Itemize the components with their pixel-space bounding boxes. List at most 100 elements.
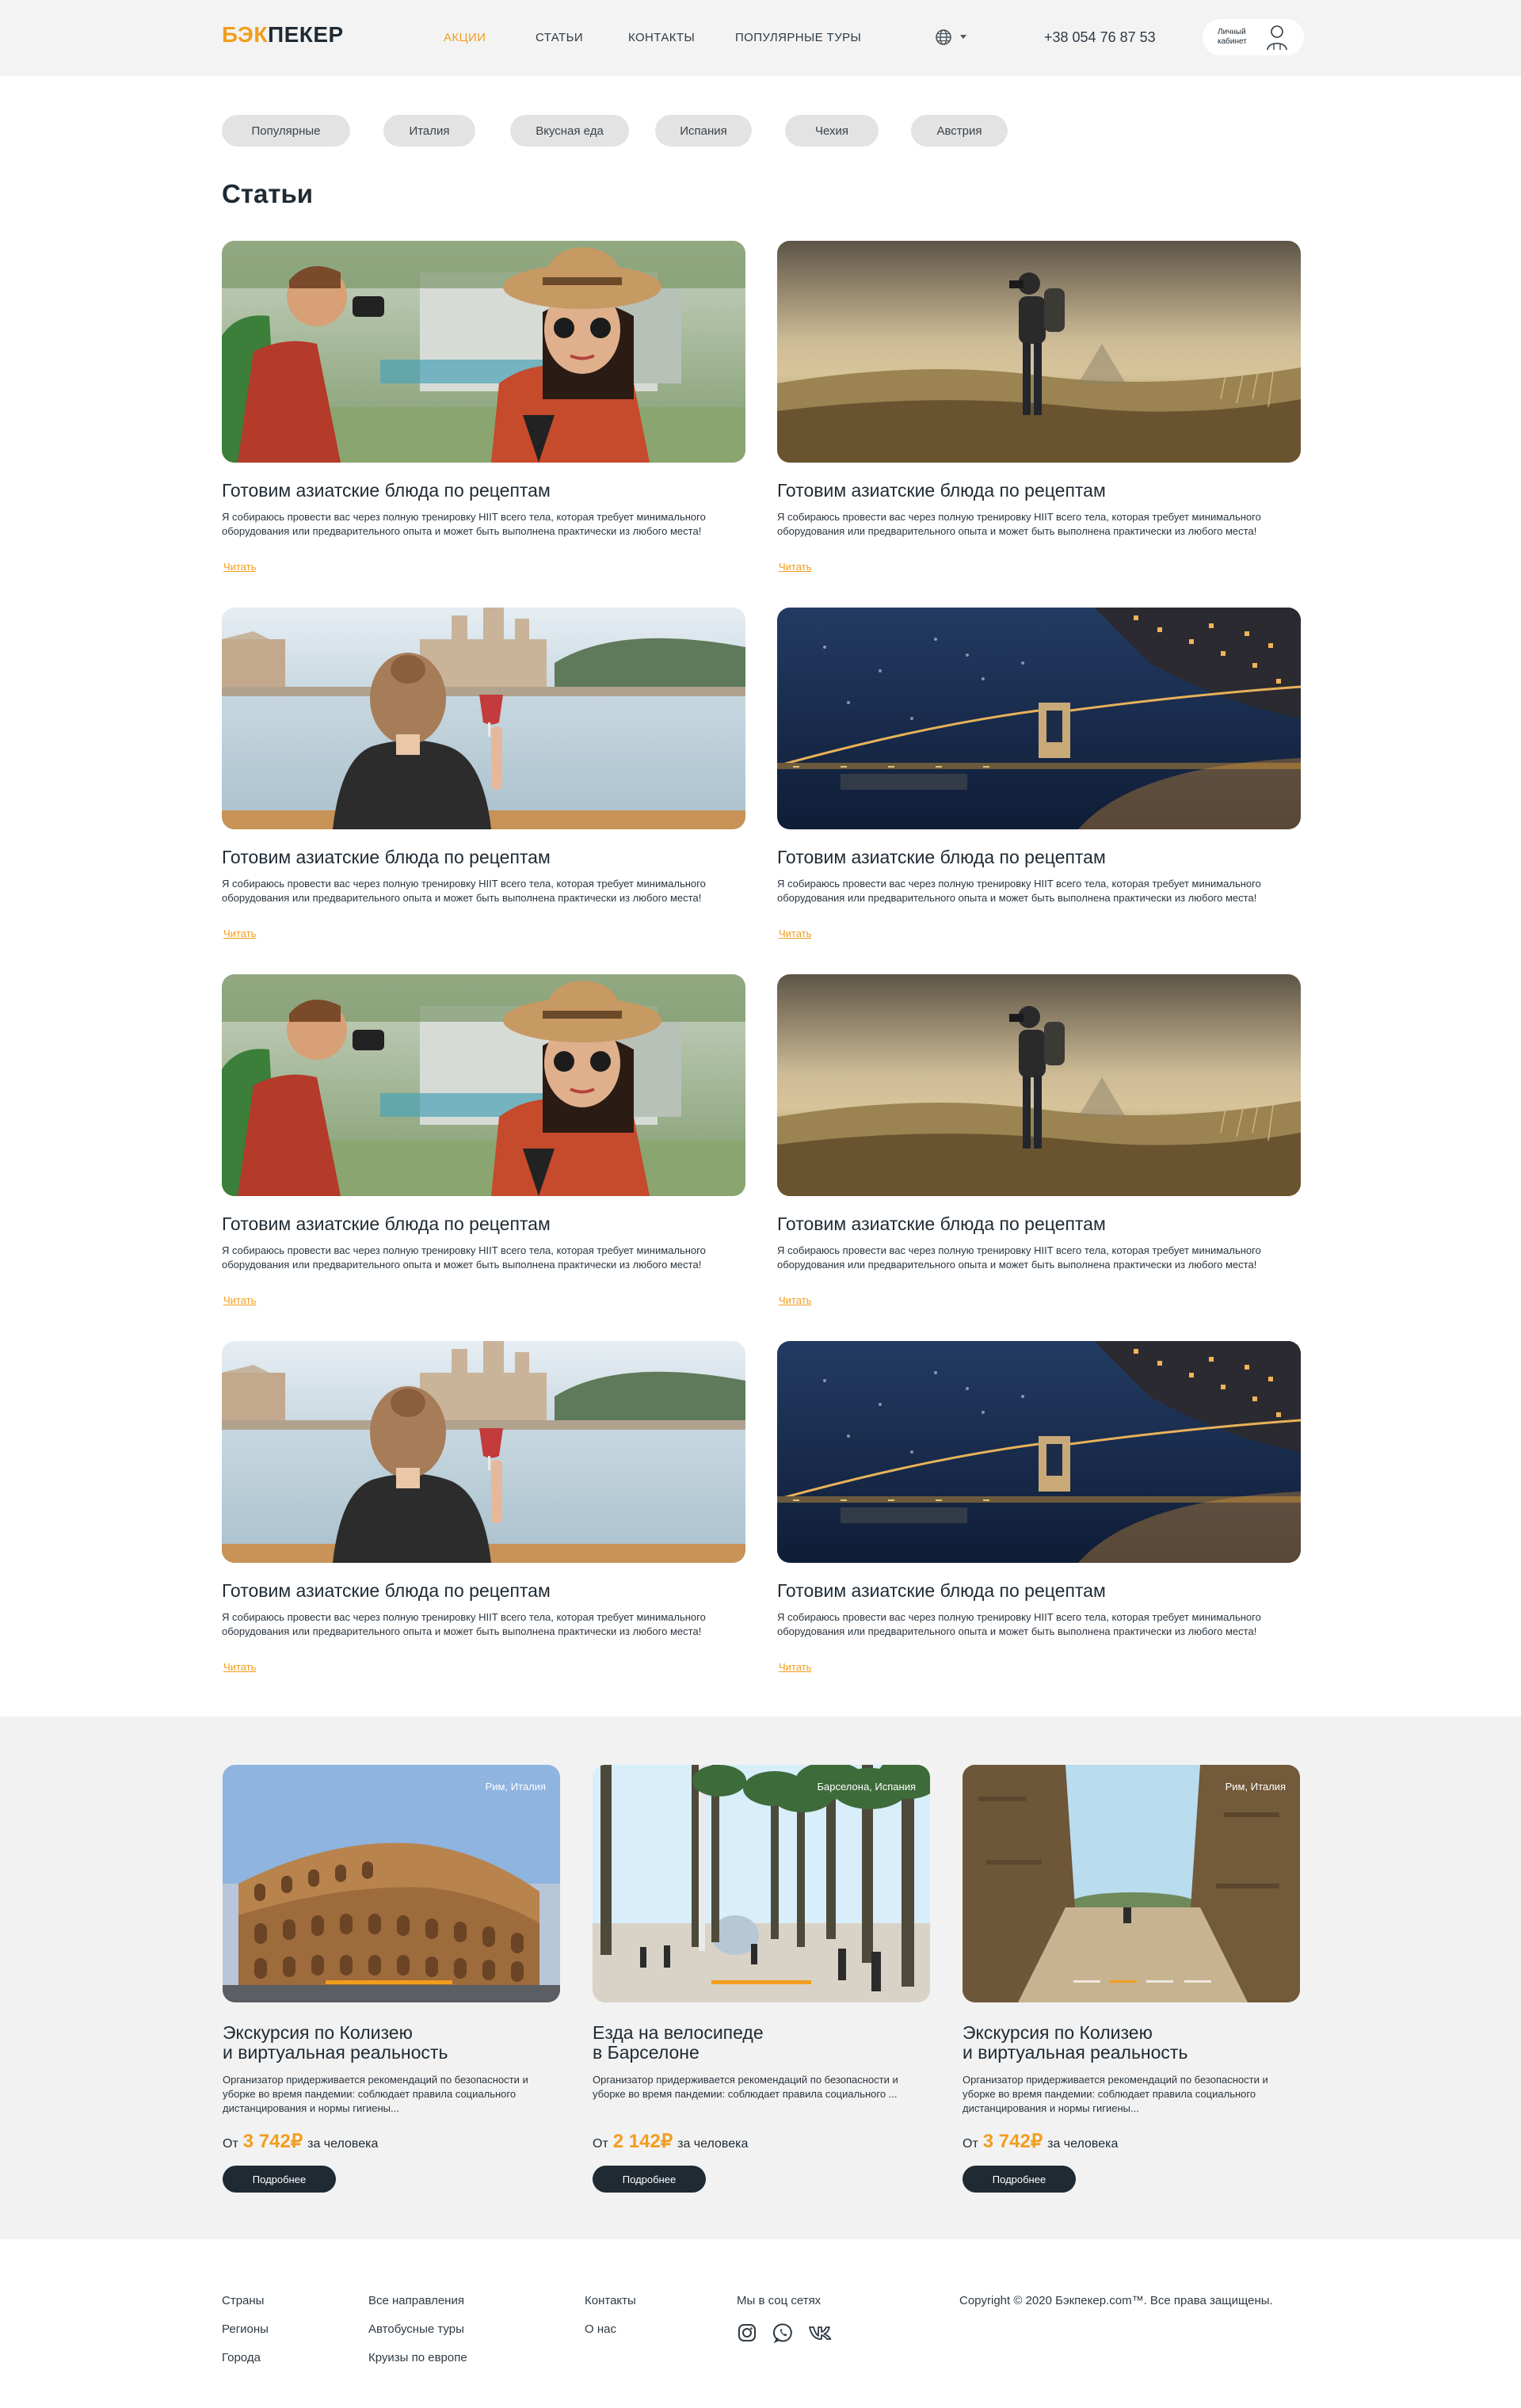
footer-link-cities[interactable]: Города [222, 2351, 261, 2364]
article-image[interactable] [222, 974, 745, 1196]
tour-details-button[interactable]: Подробнее [223, 2166, 336, 2193]
price-prefix: От [963, 2137, 978, 2151]
footer-link-cruises[interactable]: Круизы по европе [368, 2351, 467, 2364]
tour-details-button[interactable]: Подробнее [963, 2166, 1076, 2193]
article-image[interactable] [777, 1341, 1301, 1563]
phone-number[interactable]: +38 054 76 87 53 [1044, 29, 1156, 46]
article-card: Готовим азиатские блюда по рецептам Я соб… [222, 608, 745, 956]
site-header: БЭКПЕКЕР АКЦИИ СТАТЬИ КОНТАКТЫ ПОПУЛЯРНЫ… [0, 0, 1521, 76]
filter-chip-popular[interactable]: Популярные [222, 115, 350, 147]
footer-link-bus-tours[interactable]: Автобусные туры [368, 2322, 464, 2336]
article-description: Я собираюсь провести вас через полную тр… [777, 1244, 1261, 1271]
tour-image-ruins[interactable]: Рим, Италия [963, 1765, 1300, 2002]
footer-link-all-destinations[interactable]: Все направления [368, 2294, 464, 2307]
article-title[interactable]: Готовим азиатские блюда по рецептам [222, 1214, 551, 1235]
tour-image-colosseum[interactable]: Рим, Италия [223, 1765, 560, 2002]
tour-location: Рим, Италия [485, 1781, 546, 1793]
article-title[interactable]: Готовим азиатские блюда по рецептам [777, 847, 1106, 868]
tour-price: 3 742₽ [242, 2131, 303, 2152]
article-description: Я собираюсь провести вас через полную тр… [222, 1611, 706, 1637]
article-read-link[interactable]: Читать [779, 1661, 811, 1673]
article-read-link[interactable]: Читать [223, 1294, 256, 1306]
tour-location: Барселона, Испания [817, 1781, 916, 1793]
footer-social-title: Мы в соц сетях [737, 2294, 821, 2307]
article-description: Я собираюсь провести вас через полную тр… [222, 878, 706, 904]
nav-contacts[interactable]: КОНТАКТЫ [628, 31, 695, 44]
tour-price-row: От 2 142₽ за человека [593, 2130, 748, 2153]
tour-card: Рим, Италия Экскурсия по Колизею и виртуа… [223, 1765, 560, 2208]
filter-chip-czech[interactable]: Чехия [785, 115, 879, 147]
tour-location: Рим, Италия [1225, 1781, 1286, 1793]
tour-price: 3 742₽ [982, 2131, 1043, 2152]
article-description: Я собираюсь провести вас через полную тр… [777, 1611, 1261, 1637]
nav-popular-tours[interactable]: ПОПУЛЯРНЫЕ ТУРЫ [735, 31, 861, 44]
tour-price-row: От 3 742₽ за человека [963, 2130, 1118, 2153]
price-prefix: От [223, 2137, 238, 2151]
article-title[interactable]: Готовим азиатские блюда по рецептам [222, 847, 551, 868]
article-card: Готовим азиатские блюда по рецептам Я соб… [777, 608, 1301, 956]
personal-cabinet-button[interactable]: Личный кабинет [1203, 19, 1304, 55]
tour-title[interactable]: Экскурсия по Колизею и виртуальная реальн… [963, 2023, 1300, 2063]
tour-title[interactable]: Экскурсия по Колизею и виртуальная реальн… [223, 2023, 560, 2063]
article-read-link[interactable]: Читать [223, 928, 256, 939]
article-read-link[interactable]: Читать [223, 561, 256, 573]
article-read-link[interactable]: Читать [779, 561, 811, 573]
nav-articles[interactable]: СТАТЬИ [536, 31, 583, 44]
logo[interactable]: БЭКПЕКЕР [222, 22, 344, 48]
tour-card: Барселона, Испания Езда на велосипеде в Б… [593, 1765, 930, 2208]
article-title[interactable]: Готовим азиатские блюда по рецептам [777, 1214, 1106, 1235]
tour-description: Организатор придерживается рекомендаций … [963, 2074, 1268, 2114]
article-image[interactable] [777, 241, 1301, 463]
footer-link-contacts[interactable]: Контакты [585, 2294, 636, 2307]
tour-price-row: От 3 742₽ за человека [223, 2130, 378, 2153]
price-suffix: за человека [1047, 2137, 1119, 2151]
article-description: Я собираюсь провести вас через полную тр… [777, 878, 1261, 904]
tour-title-line-2: и виртуальная реальность [223, 2042, 448, 2063]
article-card: Готовим азиатские блюда по рецептам Я соб… [777, 1341, 1301, 1690]
tour-description: Организатор придерживается рекомендаций … [223, 2074, 528, 2114]
footer-link-about[interactable]: О нас [585, 2322, 616, 2336]
tour-title[interactable]: Езда на велосипеде в Барселоне [593, 2023, 930, 2063]
article-image[interactable] [222, 241, 745, 463]
article-title[interactable]: Готовим азиатские блюда по рецептам [222, 480, 551, 501]
filter-chip-spain[interactable]: Испания [655, 115, 752, 147]
filter-chip-austria[interactable]: Австрия [911, 115, 1008, 147]
logo-part-2: ПЕКЕР [267, 22, 344, 47]
instagram-icon[interactable] [737, 2322, 757, 2343]
cabinet-label: Личный кабинет [1218, 28, 1247, 46]
article-card: Готовим азиатские блюда по рецептам Я соб… [222, 1341, 745, 1690]
logo-part-1: БЭК [222, 22, 268, 47]
filter-chip-tasty-food[interactable]: Вкусная еда [510, 115, 629, 147]
footer-link-regions[interactable]: Регионы [222, 2322, 269, 2336]
tour-description: Организатор придерживается рекомендаций … [593, 2074, 898, 2100]
article-card: Готовим азиатские блюда по рецептам Я соб… [777, 241, 1301, 589]
caret-down-icon [960, 35, 966, 39]
article-read-link[interactable]: Читать [779, 1294, 811, 1306]
whatsapp-icon[interactable] [773, 2322, 794, 2343]
footer-link-countries[interactable]: Страны [222, 2294, 264, 2307]
tour-image-barcelona[interactable]: Барселона, Испания [593, 1765, 930, 2002]
filter-chip-italy[interactable]: Италия [383, 115, 475, 147]
article-title[interactable]: Готовим азиатские блюда по рецептам [777, 480, 1106, 501]
article-title[interactable]: Готовим азиатские блюда по рецептам [777, 1580, 1106, 1602]
tour-title-line-2: и виртуальная реальность [963, 2042, 1188, 2063]
article-title[interactable]: Готовим азиатские блюда по рецептам [222, 1580, 551, 1602]
tour-details-button[interactable]: Подробнее [593, 2166, 706, 2193]
article-read-link[interactable]: Читать [779, 928, 811, 939]
globe-icon [936, 29, 951, 45]
article-read-link[interactable]: Читать [223, 1661, 256, 1673]
vk-icon[interactable] [808, 2322, 833, 2343]
language-selector[interactable] [935, 29, 966, 46]
article-image[interactable] [222, 608, 745, 829]
article-image[interactable] [777, 974, 1301, 1196]
article-image[interactable] [777, 608, 1301, 829]
article-image[interactable] [222, 1341, 745, 1563]
page-title: Статьи [222, 179, 314, 208]
article-card: Готовим азиатские блюда по рецептам Я соб… [222, 974, 745, 1323]
footer-copyright: Copyright © 2020 Бэкпекер.com™. Все прав… [959, 2294, 1273, 2307]
tour-card: Рим, Италия Экскурсия по Колизею и виртуа… [963, 1765, 1300, 2208]
article-description: Я собираюсь провести вас через полную тр… [777, 511, 1261, 537]
tour-title-line-1: Экскурсия по Колизею [963, 2022, 1153, 2043]
nav-promotions[interactable]: АКЦИИ [444, 31, 486, 44]
price-suffix: за человека [307, 2137, 379, 2151]
